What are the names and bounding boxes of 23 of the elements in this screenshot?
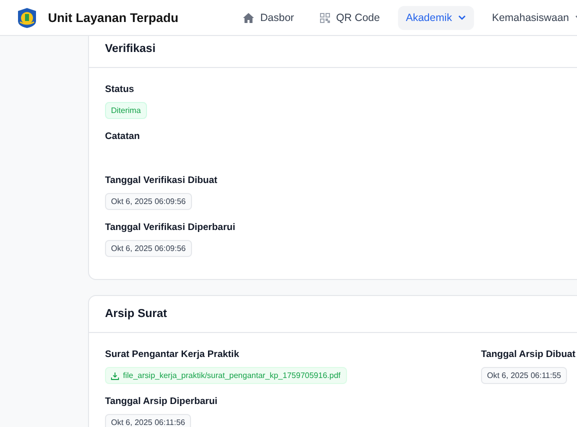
field-label: Catatan: [105, 131, 140, 142]
date-chip: Okt 6, 2025 06:09:56: [105, 240, 192, 257]
card-title: Arsip Surat: [105, 308, 167, 320]
field-label: Status: [105, 84, 134, 95]
qr-code-icon: [320, 12, 330, 22]
nav-tab[interactable]: Dasbor: [235, 6, 302, 30]
card-title: Verifikasi: [105, 43, 156, 55]
date-chip: Okt 6, 2025 06:11:56: [105, 414, 192, 427]
field-label: Surat Pengantar Kerja Praktik: [105, 349, 240, 360]
app-title: Unit Layanan Terpadu: [48, 10, 178, 24]
date-chip: Okt 6, 2025 06:11:55: [481, 367, 568, 384]
logo-icon: [16, 6, 38, 28]
field-label: Tanggal Arsip Dibuat: [481, 349, 576, 360]
download-icon: [111, 372, 119, 380]
nav-tab[interactable]: QR Code: [312, 6, 388, 30]
field-label: Tanggal Verifikasi Dibuat: [105, 175, 218, 186]
field-label: Tanggal Arsip Diperbarui: [105, 396, 218, 407]
date-chip: Okt 6, 2025 06:09:56: [105, 193, 192, 210]
status-badge: Diterima: [105, 102, 147, 119]
nav-tab[interactable]: Kemahasiswaan: [484, 6, 577, 30]
field-label: Tanggal Verifikasi Diperbarui: [105, 222, 236, 233]
nav-tab[interactable]: Akademik: [398, 6, 474, 30]
home-icon: [243, 12, 254, 22]
